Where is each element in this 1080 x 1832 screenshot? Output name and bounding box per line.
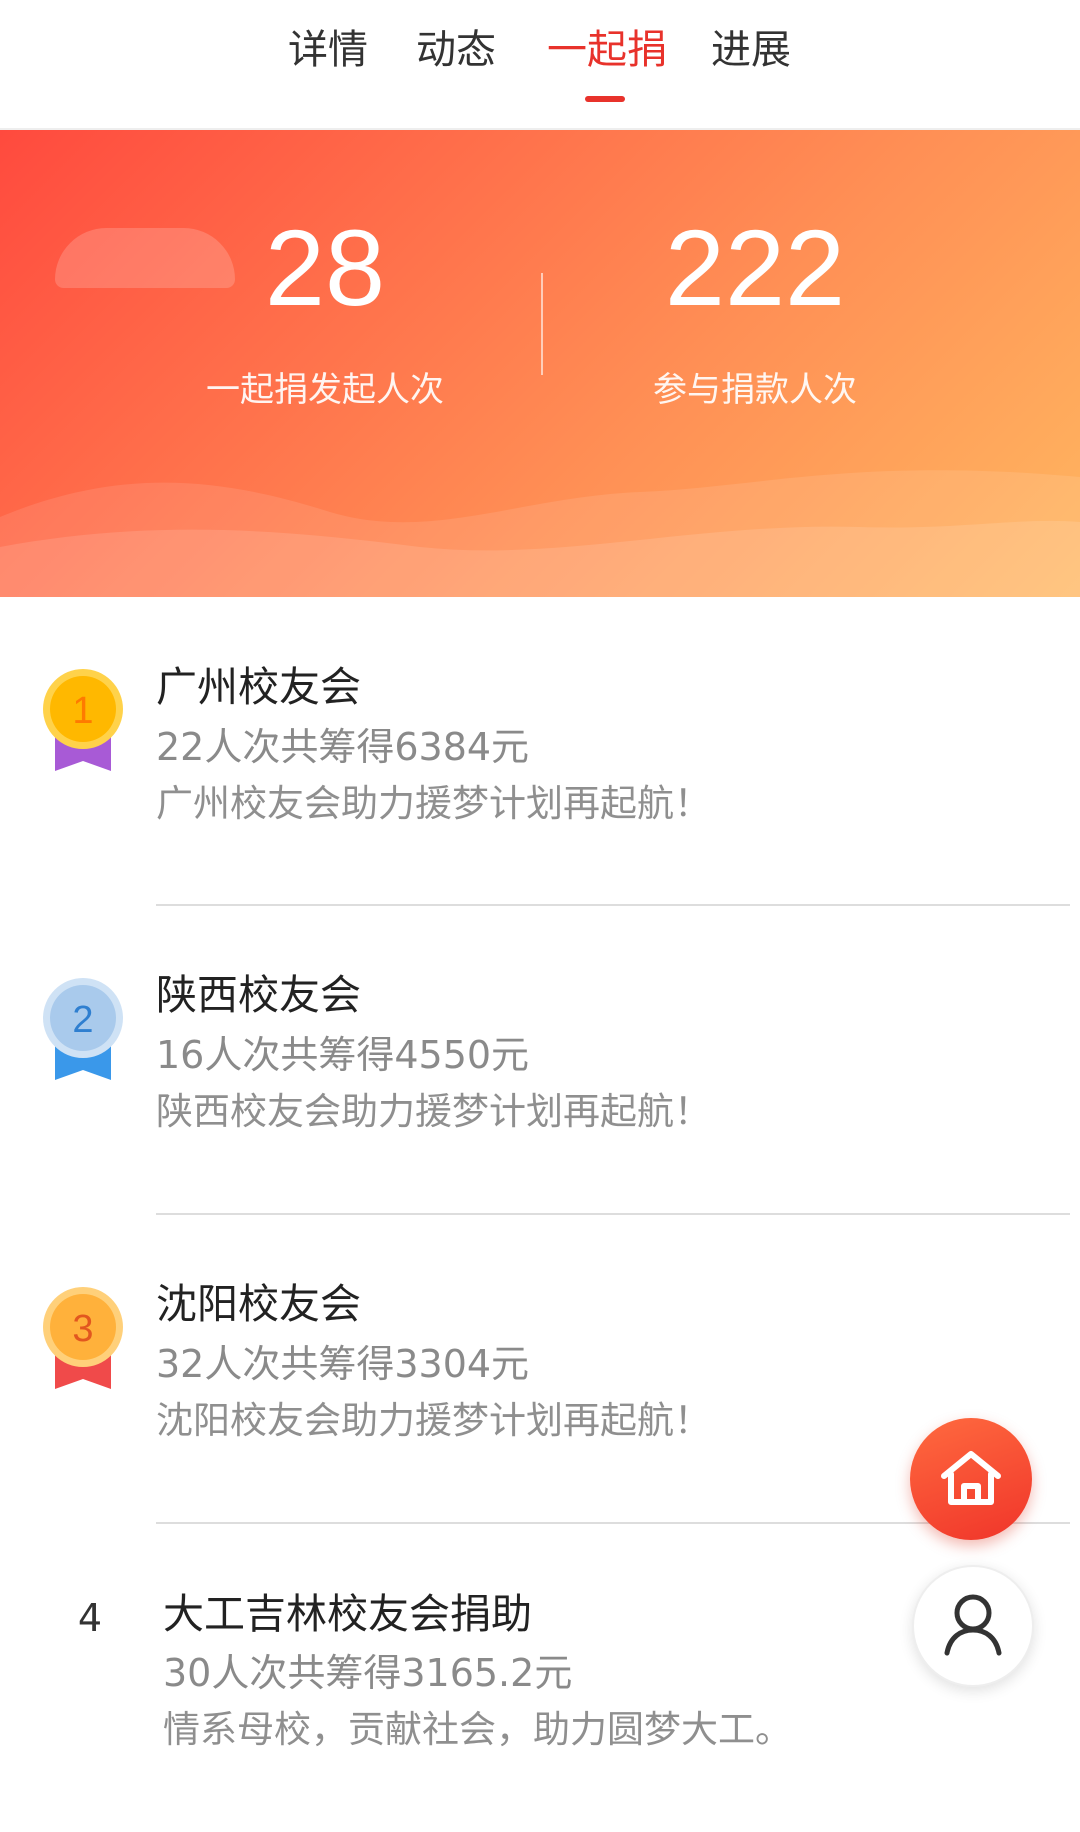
item-summary: 22人次共筹得6384元 (156, 725, 530, 769)
participants-count: 222 (664, 207, 846, 328)
tab-donate-together[interactable]: 一起捐 (537, 20, 677, 80)
item-message: 沈阳校友会助力援梦计划再起航！ (156, 1399, 711, 1442)
leaderboard-item[interactable]: 2 陕西校友会 16人次共筹得4550元 陕西校友会助力援梦计划再起航！ (0, 906, 1080, 1214)
svg-text:3: 3 (72, 1308, 93, 1350)
home-icon (941, 1451, 1001, 1505)
profile-button[interactable] (912, 1565, 1034, 1687)
item-summary: 30人次共筹得3165.2元 (163, 1651, 573, 1695)
item-title: 广州校友会 (156, 663, 361, 711)
banner-divider (541, 273, 543, 375)
home-button[interactable] (910, 1418, 1032, 1540)
initiators-label: 一起捐发起人次 (206, 370, 444, 410)
mountains-decoration (0, 470, 1080, 597)
cloud-decoration (55, 228, 235, 288)
silver-medal-icon: 2 (43, 978, 123, 1080)
item-summary: 16人次共筹得4550元 (156, 1033, 530, 1077)
participants-label: 参与捐款人次 (653, 370, 857, 410)
item-message: 情系母校，贡献社会，助力圆梦大工。 (163, 1708, 792, 1751)
svg-text:1: 1 (72, 690, 93, 732)
item-title: 陕西校友会 (156, 971, 361, 1019)
item-message: 陕西校友会助力援梦计划再起航！ (156, 1090, 711, 1133)
item-summary: 32人次共筹得3304元 (156, 1342, 530, 1386)
user-icon (944, 1594, 1002, 1656)
initiators-count: 28 (264, 207, 386, 328)
svg-text:2: 2 (72, 999, 93, 1041)
rank-number: 4 (77, 1596, 103, 1640)
tab-updates[interactable]: 动态 (401, 20, 511, 80)
item-message: 广州校友会助力援梦计划再起航！ (156, 782, 711, 825)
tab-bar: 详情 动态 一起捐 进展 (0, 0, 1080, 130)
active-tab-indicator (585, 96, 625, 102)
gold-medal-icon: 1 (43, 669, 123, 771)
tab-details[interactable]: 详情 (273, 20, 383, 80)
leaderboard-item[interactable]: 1 广州校友会 22人次共筹得6384元 广州校友会助力援梦计划再起航！ (0, 597, 1080, 905)
item-title: 大工吉林校友会捐助 (163, 1590, 532, 1638)
item-title: 沈阳校友会 (156, 1280, 361, 1328)
bronze-medal-icon: 3 (43, 1287, 123, 1389)
stats-banner: 28 一起捐发起人次 222 参与捐款人次 (0, 130, 1080, 597)
tab-progress[interactable]: 进展 (696, 20, 806, 80)
